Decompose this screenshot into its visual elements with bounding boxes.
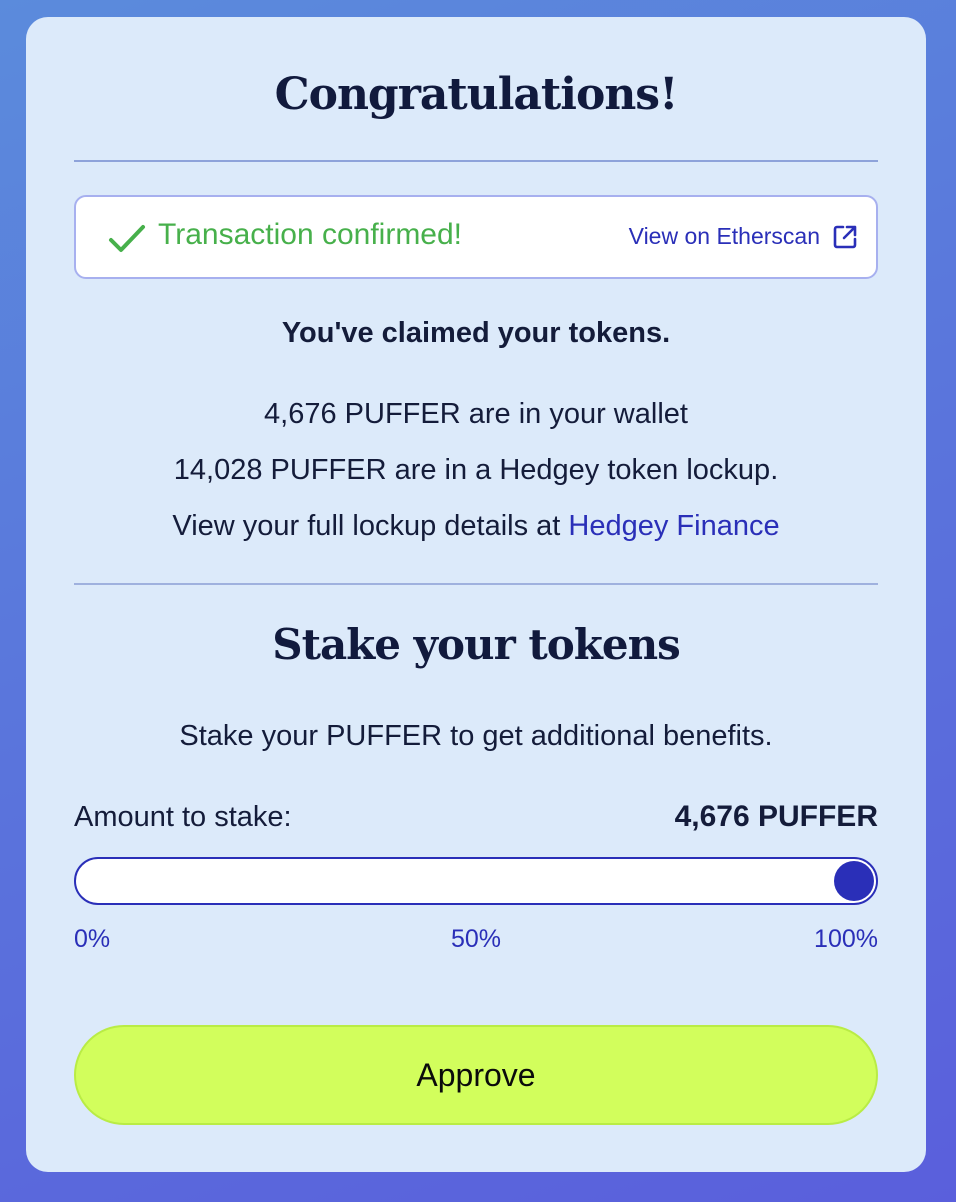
divider bbox=[74, 160, 878, 162]
amount-to-stake-value: 4,676 PUFFER bbox=[674, 800, 878, 833]
external-link-icon bbox=[833, 225, 857, 248]
claim-card: Congratulations! Transaction confirmed! … bbox=[26, 17, 926, 1172]
etherscan-link-label: View on Etherscan bbox=[628, 223, 820, 249]
slider-thumb[interactable] bbox=[834, 861, 874, 901]
wallet-balance-text: 4,676 PUFFER are in your wallet bbox=[264, 398, 688, 430]
congratulations-title: Congratulations! bbox=[274, 69, 679, 120]
lockup-balance-text: 14,028 PUFFER are in a Hedgey token lock… bbox=[173, 454, 779, 486]
view-on-etherscan-link[interactable]: View on Etherscan bbox=[629, 223, 858, 250]
amount-to-stake-label: Amount to stake: bbox=[74, 801, 292, 833]
stake-title: Stake your tokens bbox=[272, 620, 681, 669]
claimed-heading: You've claimed your tokens. bbox=[281, 317, 671, 349]
approve-button[interactable]: Approve bbox=[74, 1025, 878, 1125]
transaction-status-box: Transaction confirmed! View on Etherscan bbox=[74, 195, 878, 279]
transaction-status-text: Transaction confirmed! bbox=[158, 218, 463, 251]
stake-description: Stake your PUFFER to get additional bene… bbox=[179, 720, 773, 752]
slider-tick-50: 50% bbox=[450, 925, 502, 953]
slider-tick-100: 100% bbox=[814, 925, 878, 953]
divider bbox=[74, 583, 878, 585]
lockup-details-prefix: View your full lockup details at bbox=[172, 510, 569, 542]
checkmark-icon bbox=[109, 225, 145, 252]
lockup-details-text: View your full lockup details at Hedgey … bbox=[26, 510, 926, 543]
stake-amount-slider[interactable] bbox=[74, 857, 878, 905]
hedgey-finance-link[interactable]: Hedgey Finance bbox=[568, 510, 779, 542]
